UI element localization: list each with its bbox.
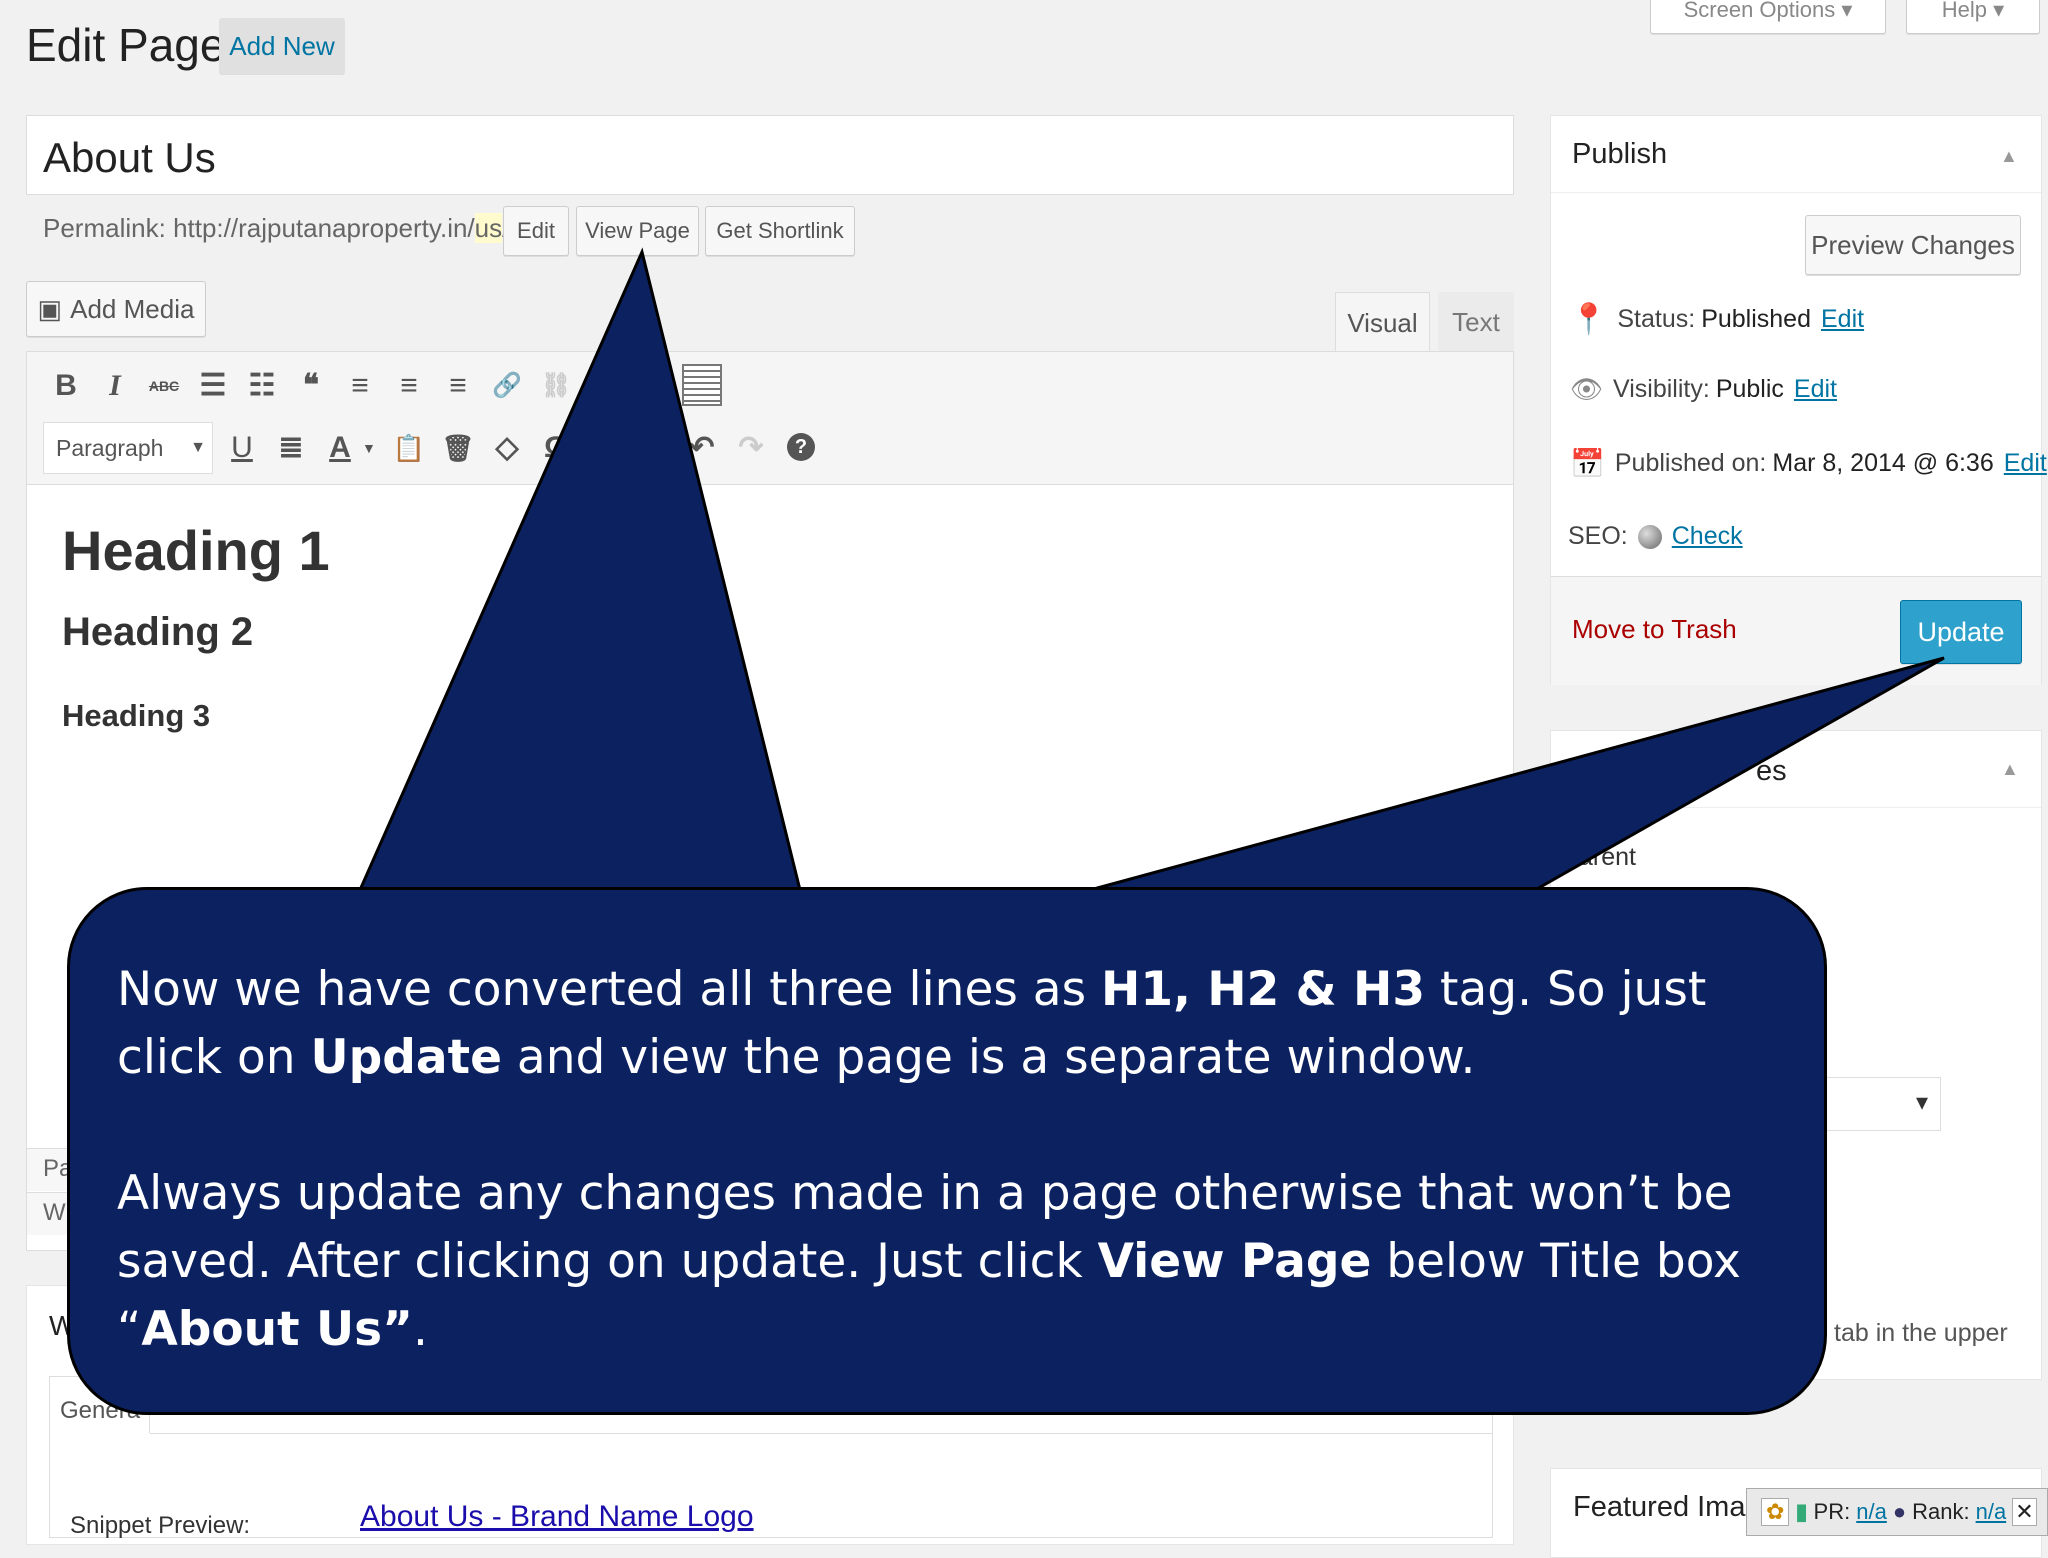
callout-paragraph-1: Now we have converted all three lines as… [117, 956, 1797, 1092]
callout-bold-run: View Page [1097, 1234, 1372, 1289]
callout-text: Now we have converted all three lines as… [117, 956, 1797, 1364]
callout-bold-run: H1, H2 & H3 [1101, 962, 1426, 1017]
callout-text-run: and view the page is a separate window. [501, 1030, 1476, 1085]
pointer-to-view-page [357, 247, 802, 892]
callout-box: Now we have converted all three lines as… [67, 887, 1827, 1415]
callout-paragraph-2: Always update any changes made in a page… [117, 1160, 1797, 1364]
callout-text-run: . [413, 1302, 428, 1357]
pointer-to-update [1089, 656, 1945, 892]
callout-bold-run: Update [310, 1030, 502, 1085]
callout-text-run: Now we have converted all three lines as [117, 962, 1102, 1017]
callout-bold-run: About Us” [141, 1302, 413, 1357]
